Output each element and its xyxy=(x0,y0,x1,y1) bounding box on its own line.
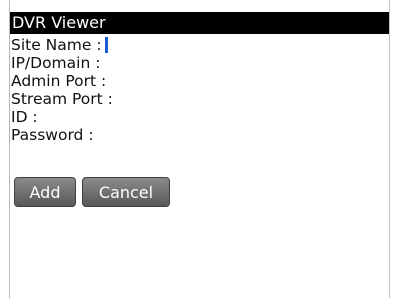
text-cursor xyxy=(104,37,108,53)
site-name-field[interactable]: Site Name : xyxy=(11,36,381,54)
id-field[interactable]: ID : xyxy=(11,108,381,126)
screen-right-border xyxy=(389,0,390,298)
app-title: DVR Viewer xyxy=(12,13,106,32)
ip-domain-field[interactable]: IP/Domain : xyxy=(11,54,381,72)
title-bar: DVR Viewer xyxy=(10,12,389,34)
screen-left-border xyxy=(9,0,10,298)
site-name-label: Site Name : xyxy=(11,36,102,54)
add-site-form: Site Name : IP/Domain : Admin Port : Str… xyxy=(11,36,381,144)
stream-port-field[interactable]: Stream Port : xyxy=(11,90,381,108)
password-field[interactable]: Password : xyxy=(11,126,381,144)
admin-port-label: Admin Port : xyxy=(11,72,107,90)
dvr-viewer-screen: DVR Viewer Site Name : IP/Domain : Admin… xyxy=(0,0,393,298)
stream-port-label: Stream Port : xyxy=(11,90,113,108)
cancel-button[interactable]: Cancel xyxy=(82,177,170,207)
add-button[interactable]: Add xyxy=(14,177,76,207)
password-label: Password : xyxy=(11,126,94,144)
id-label: ID : xyxy=(11,108,38,126)
form-buttons: Add Cancel xyxy=(14,177,170,207)
admin-port-field[interactable]: Admin Port : xyxy=(11,72,381,90)
ip-domain-label: IP/Domain : xyxy=(11,54,101,72)
